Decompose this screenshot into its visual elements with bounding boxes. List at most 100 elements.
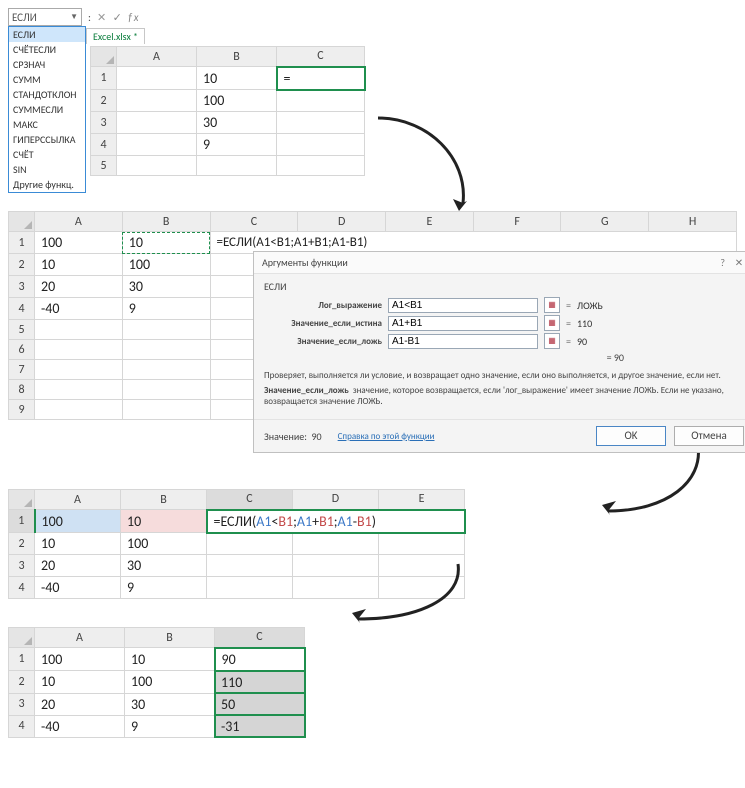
help-link[interactable]: Справка по этой функции <box>338 431 435 442</box>
help-icon[interactable]: ? <box>716 256 730 269</box>
dropdown-item[interactable]: СРЗНАЧ <box>9 57 85 72</box>
cell[interactable] <box>293 577 379 599</box>
dropdown-item[interactable]: Другие функц. <box>9 177 85 192</box>
cell-editing[interactable]: = <box>277 67 365 90</box>
function-dropdown[interactable]: ЕСЛИ СЧЁТЕСЛИ СРЗНАЧ СУММ СТАНДОТКЛОН СУ… <box>8 26 86 193</box>
fx-icon[interactable]: fx <box>128 11 140 24</box>
col-header[interactable]: B <box>122 212 210 232</box>
row-header[interactable]: 4 <box>9 298 35 320</box>
col-header[interactable]: C <box>277 47 365 67</box>
cell[interactable] <box>117 134 197 156</box>
cell[interactable]: 100 <box>35 648 125 671</box>
cell[interactable]: 10 <box>34 254 122 276</box>
range-picker-icon[interactable]: ▦ <box>544 333 560 349</box>
col-header[interactable]: B <box>121 490 207 510</box>
col-header[interactable]: B <box>197 47 277 67</box>
dropdown-item[interactable]: СУММ <box>9 72 85 87</box>
cell[interactable]: 9 <box>121 577 207 599</box>
cell-ref-highlight-a[interactable]: 100 <box>35 510 121 533</box>
col-header[interactable]: E <box>379 490 465 510</box>
dropdown-item[interactable]: СЧЁТ <box>9 147 85 162</box>
cell[interactable] <box>207 577 293 599</box>
cell[interactable] <box>293 533 379 555</box>
col-header[interactable]: A <box>35 490 121 510</box>
cell[interactable] <box>207 533 293 555</box>
arg-input[interactable] <box>388 316 538 331</box>
spreadsheet-grid-4[interactable]: A B C 1 100 10 90 2 10 100 110 3 20 30 5… <box>8 627 306 738</box>
dropdown-item[interactable]: СТАНДОТКЛОН <box>9 87 85 102</box>
cell[interactable] <box>122 340 210 360</box>
cell-fill-result[interactable]: 50 <box>215 693 305 715</box>
row-header[interactable]: 1 <box>9 232 35 254</box>
dropdown-item[interactable]: ГИПЕРССЫЛКА <box>9 132 85 147</box>
col-header[interactable]: B <box>125 628 215 648</box>
select-all-corner[interactable] <box>9 490 35 510</box>
select-all-corner[interactable] <box>9 212 35 232</box>
spreadsheet-grid-1[interactable]: A B C 1 10 = 2 100 3 30 4 9 5 <box>90 46 366 176</box>
col-header[interactable]: E <box>386 212 474 232</box>
col-header[interactable]: H <box>649 212 737 232</box>
function-arguments-dialog[interactable]: Аргументы функции ? ✕ ЕСЛИ Лог_выражение… <box>253 251 745 453</box>
cell[interactable] <box>197 156 277 176</box>
row-header[interactable]: 1 <box>9 648 35 671</box>
cell[interactable] <box>34 400 122 420</box>
row-header[interactable]: 2 <box>9 671 35 694</box>
row-header[interactable]: 7 <box>9 360 35 380</box>
cancel-button[interactable]: Отмена <box>674 426 744 446</box>
row-header[interactable]: 5 <box>91 156 117 176</box>
cell[interactable]: 20 <box>34 276 122 298</box>
col-header[interactable]: C <box>207 490 293 510</box>
row-header[interactable]: 5 <box>9 320 35 340</box>
row-header[interactable]: 4 <box>9 577 35 599</box>
cell-fill-result[interactable]: -31 <box>215 715 305 737</box>
row-header[interactable]: 3 <box>9 555 35 577</box>
cell[interactable]: 10 <box>197 67 277 90</box>
cell[interactable]: 100 <box>122 254 210 276</box>
cell[interactable]: -40 <box>34 298 122 320</box>
ok-button[interactable]: OK <box>596 426 666 446</box>
close-icon[interactable]: ✕ <box>732 256 745 269</box>
row-header[interactable]: 4 <box>91 134 117 156</box>
cell[interactable]: -40 <box>35 577 121 599</box>
cell[interactable]: 30 <box>125 693 215 715</box>
cell[interactable]: 100 <box>121 533 207 555</box>
cell[interactable]: 10 <box>35 533 121 555</box>
select-all-corner[interactable] <box>9 628 35 648</box>
row-header[interactable]: 2 <box>9 533 35 555</box>
cell[interactable] <box>122 360 210 380</box>
workbook-tab[interactable]: Excel.xlsx * <box>86 28 145 44</box>
cell[interactable]: 10 <box>35 671 125 694</box>
cell[interactable]: 30 <box>121 555 207 577</box>
arg-input[interactable] <box>388 298 538 313</box>
cell[interactable] <box>117 90 197 112</box>
spreadsheet-grid-3[interactable]: A B C D E 1 100 10 =ЕСЛИ(A1<B1;A1+B1;A1-… <box>8 489 466 599</box>
range-picker-icon[interactable]: ▦ <box>544 315 560 331</box>
cell[interactable] <box>34 340 122 360</box>
cell-selected[interactable]: 90 <box>215 648 305 671</box>
col-header[interactable]: C <box>215 628 305 648</box>
cell[interactable]: 30 <box>122 276 210 298</box>
cell[interactable]: 10 <box>125 648 215 671</box>
row-header[interactable]: 1 <box>9 510 35 533</box>
arg-input[interactable] <box>388 334 538 349</box>
cell[interactable] <box>34 380 122 400</box>
cell[interactable] <box>379 577 465 599</box>
col-header[interactable]: A <box>117 47 197 67</box>
col-header[interactable]: G <box>561 212 649 232</box>
cell[interactable]: 9 <box>125 715 215 737</box>
cell[interactable]: 20 <box>35 555 121 577</box>
cell[interactable]: 9 <box>122 298 210 320</box>
dropdown-item[interactable]: ЕСЛИ <box>9 27 85 42</box>
cell[interactable] <box>277 134 365 156</box>
col-header[interactable]: F <box>473 212 561 232</box>
dropdown-item[interactable]: СЧЁТЕСЛИ <box>9 42 85 57</box>
cell[interactable] <box>379 533 465 555</box>
cell[interactable]: 100 <box>125 671 215 694</box>
cell[interactable] <box>117 67 197 90</box>
col-header[interactable]: A <box>34 212 122 232</box>
col-header[interactable]: D <box>298 212 386 232</box>
cell[interactable] <box>117 112 197 134</box>
name-box[interactable]: ЕСЛИ ▼ <box>8 8 82 26</box>
row-header[interactable]: 4 <box>9 715 35 737</box>
row-header[interactable]: 3 <box>9 693 35 715</box>
